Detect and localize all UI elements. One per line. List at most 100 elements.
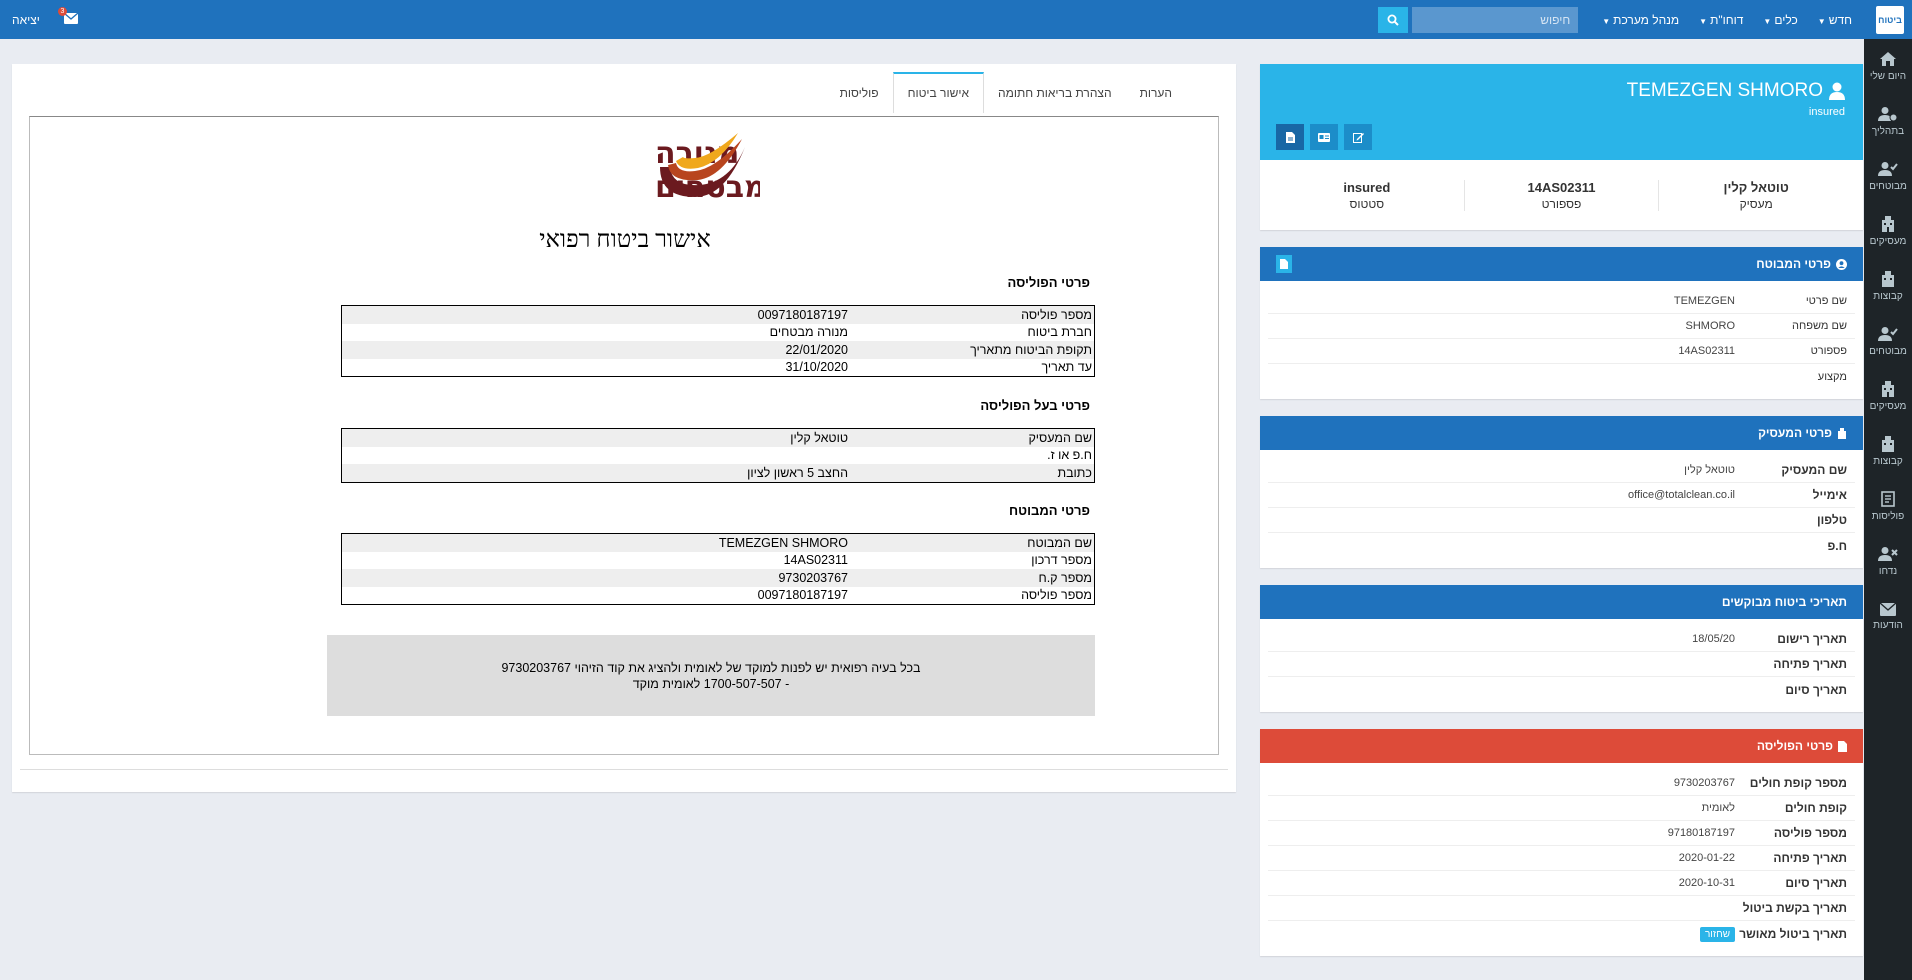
envelope-icon — [1880, 602, 1896, 616]
table-value: 22/01/2020 — [785, 342, 848, 357]
detail-row: טלפון — [1268, 508, 1855, 533]
nav-groups-2[interactable]: קבוצות — [1864, 424, 1912, 479]
nav-insured-2[interactable]: מבוטחים — [1864, 314, 1912, 369]
insured-details-box: פרטי המבוטח שם פרטי TEMEZGEN שם משפחה SHMO… — [1260, 247, 1863, 399]
nav-my-day[interactable]: היום שלי — [1864, 39, 1912, 94]
nav-label: מעסיקים — [1869, 401, 1907, 412]
top-menu: חדש▼ כלים▼ דוחו"ת▼ מנהל מערכת▼ — [1592, 13, 1862, 27]
tab-health-declaration[interactable]: הצהרת בריאות חתומה — [984, 72, 1126, 112]
detail-row: שם משפחה SHMORO — [1268, 314, 1855, 339]
menu-tools[interactable]: כלים▼ — [1753, 13, 1807, 27]
table-row: מספר פוליסה 0097180187197 — [342, 587, 1094, 605]
document-button[interactable] — [1276, 255, 1292, 273]
detail-row: תאריך בקשת ביטול — [1268, 896, 1855, 921]
nav-employers-2[interactable]: מעסיקים — [1864, 369, 1912, 424]
id-card-icon — [1318, 132, 1330, 142]
table-value: טוטאל קלין — [790, 430, 848, 445]
nav-insured[interactable]: מבוטחים — [1864, 149, 1912, 204]
group-icon — [1882, 271, 1894, 287]
profile-column: TEMEZGEN SHMORO insured טוטאל קלין מעסיק — [1260, 64, 1863, 956]
detail-value: 9730203767 — [1673, 777, 1735, 789]
stat-label: פספורט — [1541, 196, 1582, 211]
detail-key: תאריך בקשת ביטול — [1742, 901, 1847, 915]
app-logo[interactable]: ביטוח — [1876, 5, 1904, 34]
table-row: מספר דרכון 14AS02311 — [342, 552, 1094, 570]
nav-policies[interactable]: פוליסות — [1864, 479, 1912, 534]
table-row: מספר פוליסה 0097180187197 — [342, 306, 1094, 324]
detail-row: מספר קופת חולים 9730203767 — [1268, 771, 1855, 796]
detail-row: תאריך סיום — [1268, 677, 1855, 702]
table-value: TEMEZGEN SHMORO — [718, 535, 848, 550]
detail-value: office@totalclean.co.il — [1628, 489, 1735, 501]
menu-reports[interactable]: דוחו"ת▼ — [1689, 13, 1753, 27]
policy-icon — [1881, 491, 1895, 507]
table-key: שם המעסיק — [1028, 430, 1092, 445]
menu-admin[interactable]: מנהל מערכת▼ — [1592, 13, 1689, 27]
table-key: תקופת הביטוח מתאריך — [970, 342, 1092, 357]
owner-section-title: פרטי בעל הפוליסה — [980, 398, 1090, 413]
nav-messages[interactable]: הודעות — [1864, 589, 1912, 644]
detail-value: 97180187197 — [1667, 827, 1735, 839]
employer-details-header: פרטי המעסיק — [1260, 416, 1863, 450]
detail-key: תאריך סיום — [1785, 876, 1847, 890]
detail-row: שם המעסיק טוטאל קלין — [1268, 458, 1855, 483]
table-value: מנורה מבטחים — [769, 325, 848, 340]
document-button[interactable] — [1276, 124, 1304, 150]
tab-insurance-certificate[interactable]: אישור ביטוח — [892, 72, 984, 113]
table-value: 14AS02311 — [783, 553, 848, 568]
requested-dates-body: תאריך רישום 18/05/20 תאריך פתיחה תאריך סי… — [1260, 619, 1863, 712]
detail-row: תאריך סיום 2020-10-31 — [1268, 871, 1855, 896]
profile-header: TEMEZGEN SHMORO insured — [1260, 64, 1863, 160]
owner-table: שם המעסיק טוטאל קלין ח.פ או ז. כתובת החצב … — [341, 428, 1095, 483]
stat-value: insured — [1343, 179, 1391, 195]
table-value: 9730203767 — [778, 570, 848, 585]
insured-section-title: פרטי המבוטח — [1009, 503, 1090, 518]
caret-down-icon: ▼ — [1602, 16, 1611, 26]
search-button[interactable] — [1378, 6, 1409, 33]
tab-bar: הערות הצהרת בריאות חתומה אישור ביטוח פול… — [826, 72, 1236, 113]
detail-row: מספר פוליסה 97180187197 — [1268, 821, 1855, 846]
restore-button[interactable]: שחזור — [1699, 926, 1735, 942]
user-x-icon — [1878, 547, 1898, 561]
requested-dates-box: תאריכי ביטוח מבוקשים תאריך רישום 18/05/20… — [1260, 585, 1863, 712]
stat-label: מעסיק — [1739, 196, 1773, 211]
edit-button[interactable] — [1344, 124, 1372, 150]
detail-row: תאריך ביטול מאושר שחזור — [1268, 921, 1855, 946]
search-group — [1378, 6, 1579, 33]
top-navbar: ביטוח חדש▼ כלים▼ דוחו"ת▼ מנהל מערכת▼ יצי… — [0, 0, 1912, 39]
table-key: מספר פוליסה — [1021, 588, 1092, 603]
nav-rejected[interactable]: נדחו — [1864, 534, 1912, 589]
detail-value: 2020-01-22 — [1678, 852, 1735, 864]
tab-policies[interactable]: פוליסות — [826, 72, 893, 112]
nav-employers[interactable]: מעסיקים — [1864, 204, 1912, 259]
detail-value: TEMEZGEN — [1673, 295, 1735, 307]
search-input[interactable] — [1412, 6, 1579, 33]
table-value: 0097180187197 — [757, 588, 848, 603]
detail-value: שחזור — [1395, 926, 1735, 942]
insured-details-body: שם פרטי TEMEZGEN שם משפחה SHMORO פספורט 14A… — [1260, 281, 1863, 399]
nav-label: קבוצות — [1873, 456, 1903, 467]
employer-details-box: פרטי המעסיק שם המעסיק טוטאל קלין אימייל of… — [1260, 416, 1863, 568]
tab-notes[interactable]: הערות — [1126, 72, 1186, 112]
box-title: פרטי המבוטח — [1756, 257, 1831, 271]
nav-label: נדחו — [1878, 566, 1898, 577]
messages-button[interactable]: 3 — [57, 6, 80, 27]
nav-label: הודעות — [1873, 619, 1903, 631]
menu-new[interactable]: חדש▼ — [1808, 13, 1862, 27]
detail-value: 14AS02311 — [1678, 345, 1735, 357]
detail-row: תאריך פתיחה — [1268, 652, 1855, 677]
nav-groups[interactable]: קבוצות — [1864, 259, 1912, 314]
certificate-frame[interactable]: מנורה מבטחים אישור ביטוח רפואי פרטי הפול… — [29, 116, 1219, 755]
table-row: מספר ק.ח 9730203767 — [342, 569, 1094, 587]
id-card-button[interactable] — [1310, 124, 1338, 150]
profile-stats: טוטאל קלין מעסיק 14AS02311 פספורט insure… — [1260, 160, 1863, 230]
table-row: כתובת החצב 5 ראשון לציון — [342, 464, 1094, 482]
detail-value: טוטאל קלין — [1684, 464, 1735, 476]
table-key: מספר פוליסה — [1021, 307, 1092, 322]
caret-down-icon: ▼ — [1763, 16, 1772, 26]
nav-in-process[interactable]: בתהליך — [1864, 94, 1912, 149]
profile-role: insured — [1808, 106, 1845, 118]
employer-details-body: שם המעסיק טוטאל קלין אימייל office@totalcl… — [1260, 450, 1863, 568]
exit-link[interactable]: יציאה — [12, 13, 40, 27]
table-value: 0097180187197 — [757, 307, 848, 322]
